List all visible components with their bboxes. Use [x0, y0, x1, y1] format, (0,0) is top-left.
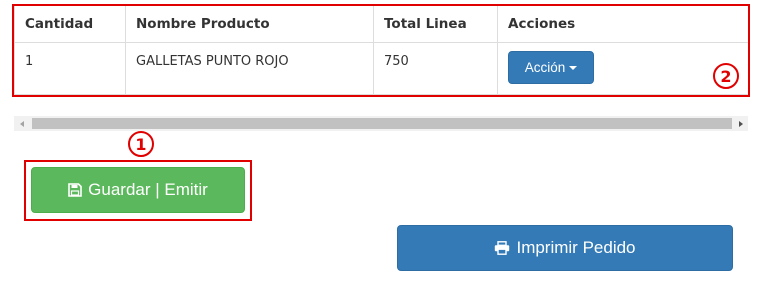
scroll-left-arrow[interactable]	[14, 116, 29, 131]
horizontal-scrollbar[interactable]	[14, 116, 748, 131]
annotation-badge-1: 1	[128, 131, 154, 157]
floppy-disk-icon	[68, 183, 82, 197]
arrow-right-icon	[738, 120, 743, 127]
printer-icon	[494, 241, 510, 255]
print-order-button[interactable]: Imprimir Pedido	[397, 225, 733, 271]
print-order-label: Imprimir Pedido	[516, 238, 636, 257]
annotation-badge-2: 2	[713, 63, 739, 89]
save-emit-label: Guardar | Emitir	[88, 180, 208, 199]
scroll-right-arrow[interactable]	[733, 116, 748, 131]
save-emit-button[interactable]: Guardar | Emitir	[31, 167, 245, 213]
arrow-left-icon	[19, 120, 24, 127]
scroll-thumb[interactable]	[32, 118, 732, 129]
highlight-box-table	[12, 4, 750, 97]
